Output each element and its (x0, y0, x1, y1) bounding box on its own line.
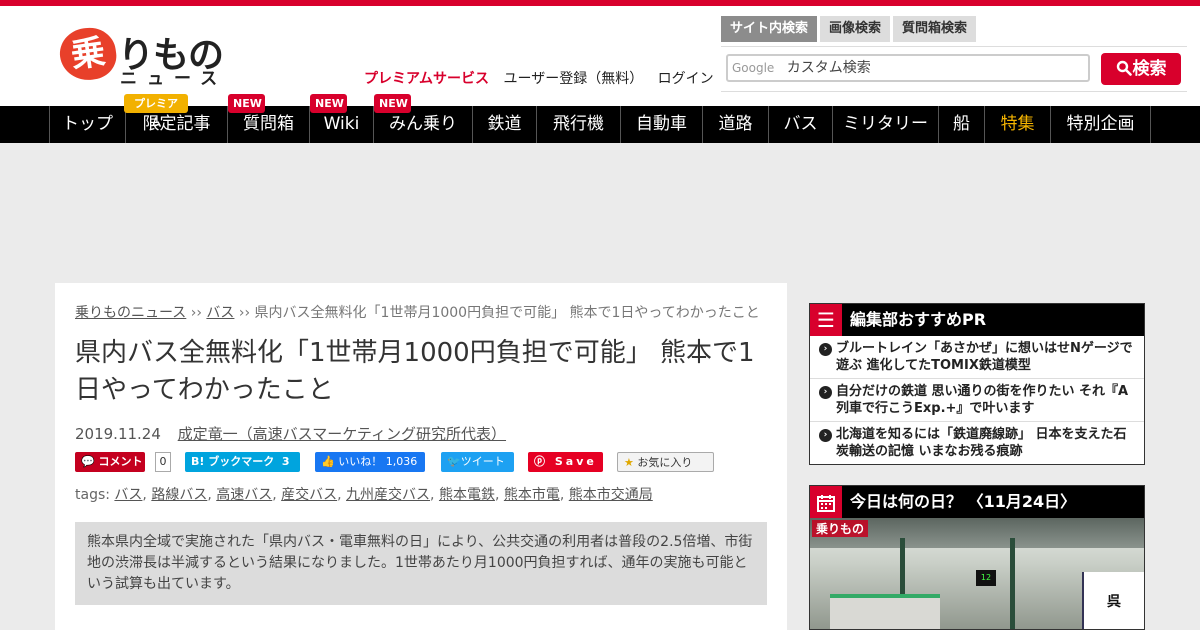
premium-badge: プレミアム (124, 94, 188, 129)
comment-count: 0 (155, 452, 171, 472)
breadcrumb-sep: ›› (238, 305, 251, 321)
fb-like-label: いいね！ (338, 455, 383, 468)
photo-train (830, 594, 940, 629)
breadcrumb: 乗りものニュース ›› バス ›› 県内バス全無料化「1世帯月1000円負担で可… (75, 302, 760, 322)
nav-item-road[interactable]: 道路 (702, 106, 768, 143)
tag-link[interactable]: 熊本市電 (504, 487, 560, 503)
tab-question-search[interactable]: 質問箱検索 (893, 16, 977, 42)
recommend-item-text: ブルートレイン「あさかぜ」に想いはせNゲージで遊ぶ 進化してたTOMIX鉄道模型 (836, 341, 1133, 373)
photo-station-sign: 呉 (1082, 572, 1144, 629)
search-tabs: サイト内検索 画像検索 質問箱検索 (721, 16, 979, 42)
twitter-bird-icon: 🐦 (447, 455, 461, 468)
breadcrumb-current: 県内バス全無料化「1世帯月1000円負担で可能」 熊本で1日やってわかったこと (254, 305, 760, 321)
recommend-item-text: 自分だけの鉄道 思い通りの街を作りたい それ『A列車で行こうExp.+』で叶いま… (836, 384, 1129, 416)
fb-like-count: 1,036 (385, 455, 418, 468)
breadcrumb-home[interactable]: 乗りものニュース (75, 305, 186, 321)
station-photo[interactable]: 12 呉 乗りもの (810, 518, 1144, 629)
tag-link[interactable]: 高速バス (216, 487, 272, 503)
tag-link[interactable]: 熊本市交通局 (569, 487, 653, 503)
pinterest-icon: ⓟ (534, 455, 548, 468)
hatena-bookmark-button[interactable]: B! ブックマーク 3 (185, 452, 300, 472)
article-tags: tags: バス, 路線バス, 高速バス, 産交バス, 九州産交バス, 熊本電鉄… (75, 487, 653, 503)
photo-watermark: 乗りもの (812, 520, 869, 537)
logo-sub-text: ニュース (120, 69, 228, 89)
fav-label: お気に入り (637, 456, 693, 469)
nav-item-bus[interactable]: バス (768, 106, 832, 143)
photo-clock: 12 (976, 570, 996, 586)
tab-site-search[interactable]: サイト内検索 (721, 16, 818, 42)
article-date: 2019.11.24 (75, 425, 161, 443)
breadcrumb-bus[interactable]: バス (206, 305, 234, 321)
register-link[interactable]: ユーザー登録（無料） (503, 71, 643, 87)
chevron-right-icon: › (819, 386, 832, 399)
search-icon (1116, 60, 1132, 76)
comment-button[interactable]: 💬 コメント (75, 452, 145, 472)
search-button[interactable]: 検索 (1101, 53, 1181, 85)
article-lead: 熊本県内全域で実施された「県内バス・電車無料の日」により、公共交通の利用者は普段… (75, 522, 767, 605)
tag-link[interactable]: 九州産交バス (346, 487, 430, 503)
today-box: 今日は何の日？ 〈11月24日〉 12 呉 乗りもの (809, 485, 1145, 630)
facebook-like-button[interactable]: 👍 いいね！ 1,036 (315, 452, 425, 472)
new-badge-qa: NEW (228, 94, 265, 113)
tweet-button[interactable]: 🐦ツイート (441, 452, 514, 472)
article-card: 乗りものニュース ›› バス ›› 県内バス全無料化「1世帯月1000円負担で可… (55, 283, 787, 630)
recommend-item[interactable]: › ブルートレイン「あさかぜ」に想いはせNゲージで遊ぶ 進化してたTOMIX鉄道… (810, 336, 1144, 379)
search-placeholder: カスタム検索 (786, 60, 871, 76)
today-header: 今日は何の日？ 〈11月24日〉 (810, 486, 1144, 518)
comment-label: コメント (98, 455, 143, 468)
chevron-right-icon: › (819, 343, 832, 356)
login-link[interactable]: ログイン (658, 71, 714, 87)
tab-image-search[interactable]: 画像検索 (820, 16, 891, 42)
search-input[interactable]: Google カスタム検索 (726, 54, 1090, 82)
nav-item-military[interactable]: ミリタリー (832, 106, 938, 143)
chevron-right-icon: › (819, 429, 832, 442)
tag-link[interactable]: 路線バス (151, 487, 207, 503)
calendar-icon (810, 486, 842, 518)
hatena-label: B! ブックマーク (191, 455, 275, 468)
search-button-label: 検索 (1132, 59, 1167, 79)
breadcrumb-sep: ›› (190, 305, 202, 321)
comment-icon: 💬 (81, 455, 95, 468)
tweet-label: ツイート (460, 455, 505, 468)
recommend-item[interactable]: › 北海道を知るには「鉄道廃線跡」 日本を支えた石炭輸送の記憶 いまなお残る痕跡 (810, 422, 1144, 465)
tags-label: tags: (75, 487, 110, 503)
today-title: 今日は何の日？ 〈11月24日〉 (850, 492, 1077, 511)
recommend-box: ☰ 編集部おすすめPR › ブルートレイン「あさかぜ」に想いはせNゲージで遊ぶ … (809, 303, 1145, 465)
nav-item-special[interactable]: 特別企画 (1050, 106, 1151, 143)
nav-item-railway[interactable]: 鉄道 (472, 106, 536, 143)
ad-space (0, 143, 1200, 283)
site-header: 乗 りもの ニュース プレミアムサービス ユーザー登録（無料） ログイン サイト… (0, 6, 1200, 106)
recommend-item[interactable]: › 自分だけの鉄道 思い通りの街を作りたい それ『A列車で行こうExp.+』で叶… (810, 379, 1144, 422)
article-meta: 2019.11.24 成定竜一（高速バスマーケティング研究所代表） (75, 423, 506, 444)
article-title: 県内バス全無料化「1世帯月1000円負担で可能」 熊本で1日やってわかったこと (75, 338, 755, 405)
pinterest-save-button[interactable]: ⓟ Save (528, 452, 603, 472)
recommend-title: 編集部おすすめPR (850, 310, 987, 329)
nav-item-car[interactable]: 自動車 (620, 106, 702, 143)
pin-label: Save (554, 455, 597, 468)
google-label: Google (732, 61, 775, 75)
site-logo[interactable]: 乗 りもの ニュース (56, 24, 230, 89)
new-badge-wiki: NEW (310, 94, 347, 113)
recommend-item-text: 北海道を知るには「鉄道廃線跡」 日本を支えた石炭輸送の記憶 いまなお残る痕跡 (836, 427, 1127, 459)
premium-service-link[interactable]: プレミアムサービス (364, 71, 489, 87)
tag-link[interactable]: 産交バス (281, 487, 337, 503)
tag-link[interactable]: 熊本電鉄 (439, 487, 495, 503)
star-icon: ★ (624, 456, 634, 469)
hatena-count: 3 (281, 455, 290, 468)
thumbs-up-icon: 👍 (321, 455, 335, 468)
user-links: プレミアムサービス ユーザー登録（無料） ログイン (364, 68, 724, 88)
favorite-button[interactable]: ★ お気に入り (617, 452, 714, 472)
nav-item-feature[interactable]: 特集 (984, 106, 1050, 143)
nav-item-airplane[interactable]: 飛行機 (536, 106, 620, 143)
new-badge-minnori: NEW (374, 94, 411, 113)
nav-item-top[interactable]: トップ (49, 106, 125, 143)
logo-badge: 乗 (56, 24, 120, 84)
article-author[interactable]: 成定竜一（高速バスマーケティング研究所代表） (178, 425, 506, 443)
nav-item-ship[interactable]: 船 (938, 106, 984, 143)
photo-pole (1010, 538, 1015, 629)
tag-link[interactable]: バス (114, 487, 142, 503)
recommend-header: ☰ 編集部おすすめPR (810, 304, 1144, 336)
list-icon: ☰ (810, 304, 842, 336)
